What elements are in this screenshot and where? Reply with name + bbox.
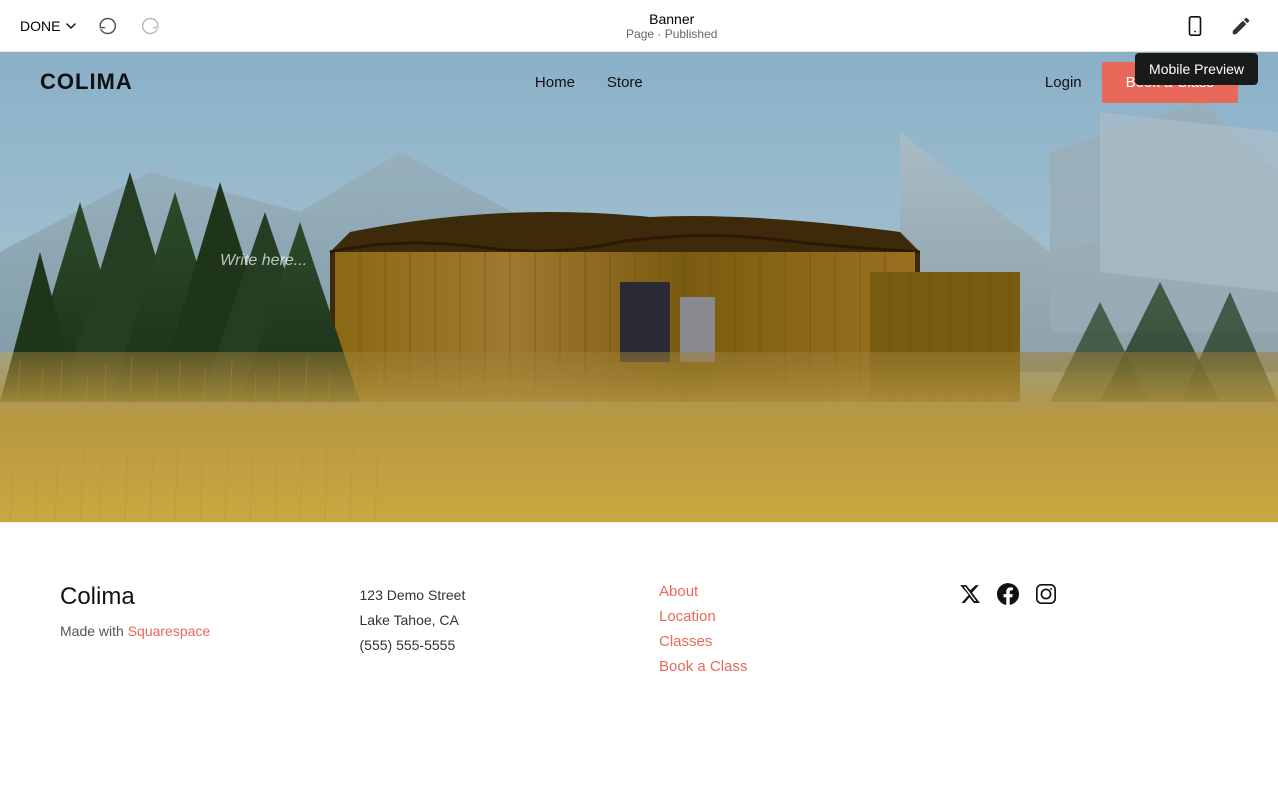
hero-section: Write here... xyxy=(0,52,1278,522)
footer-brand-name: Colima xyxy=(60,583,320,611)
address-line1: 123 Demo Street xyxy=(360,583,620,608)
redo-button[interactable] xyxy=(137,12,165,40)
page-content: COLIMA Home Store Login Book a Class xyxy=(0,52,1278,715)
pencil-icon xyxy=(1230,15,1252,37)
footer-link-book[interactable]: Book a Class xyxy=(659,658,919,675)
undo-button[interactable] xyxy=(93,12,121,40)
footer-link-classes[interactable]: Classes xyxy=(659,633,919,650)
footer-address: 123 Demo Street Lake Tahoe, CA (555) 555… xyxy=(360,583,620,675)
mountains-svg xyxy=(0,52,1278,522)
mobile-icon xyxy=(1184,15,1206,37)
instagram-icon[interactable] xyxy=(1035,583,1057,611)
page-name: Banner xyxy=(626,11,717,27)
top-bar: DONE Banner Page · Published Mobile Prev… xyxy=(0,0,1278,52)
page-status: Page · Published xyxy=(626,27,717,41)
site-footer: Colima Made with Squarespace 123 Demo St… xyxy=(0,522,1278,715)
top-bar-right: Mobile Preview xyxy=(1178,9,1258,43)
site-nav: Home Store xyxy=(535,74,643,91)
site-header: COLIMA Home Store Login Book a Class xyxy=(0,52,1278,112)
footer-link-location[interactable]: Location xyxy=(659,608,919,625)
twitter-icon[interactable] xyxy=(959,583,981,611)
top-bar-left: DONE xyxy=(20,12,165,40)
made-with-prefix: Made with xyxy=(60,623,128,639)
footer-link-about[interactable]: About xyxy=(659,583,919,600)
facebook-icon[interactable] xyxy=(997,583,1019,611)
site-logo: COLIMA xyxy=(40,69,133,95)
edit-button[interactable] xyxy=(1224,9,1258,43)
hero-write-placeholder[interactable]: Write here... xyxy=(220,252,307,270)
mobile-preview-button[interactable] xyxy=(1178,9,1212,43)
hero-background: Write here... xyxy=(0,52,1278,522)
footer-links: About Location Classes Book a Class xyxy=(659,583,919,675)
address-line2: Lake Tahoe, CA xyxy=(360,608,620,633)
site-header-right: Login Book a Class xyxy=(1045,62,1238,103)
done-label: DONE xyxy=(20,18,60,34)
nav-store[interactable]: Store xyxy=(607,74,643,91)
login-link[interactable]: Login xyxy=(1045,74,1082,91)
nav-home[interactable]: Home xyxy=(535,74,575,91)
footer-brand: Colima Made with Squarespace xyxy=(60,583,320,675)
squarespace-link[interactable]: Squarespace xyxy=(128,623,211,639)
footer-made-with: Made with Squarespace xyxy=(60,623,320,639)
footer-social xyxy=(959,583,1219,675)
top-bar-center: Banner Page · Published xyxy=(626,11,717,41)
redo-icon xyxy=(141,16,161,36)
done-button[interactable]: DONE xyxy=(20,18,77,34)
chevron-down-icon xyxy=(65,20,77,32)
book-class-button[interactable]: Book a Class xyxy=(1102,62,1238,103)
address-phone: (555) 555-5555 xyxy=(360,633,620,658)
undo-icon xyxy=(97,16,117,36)
